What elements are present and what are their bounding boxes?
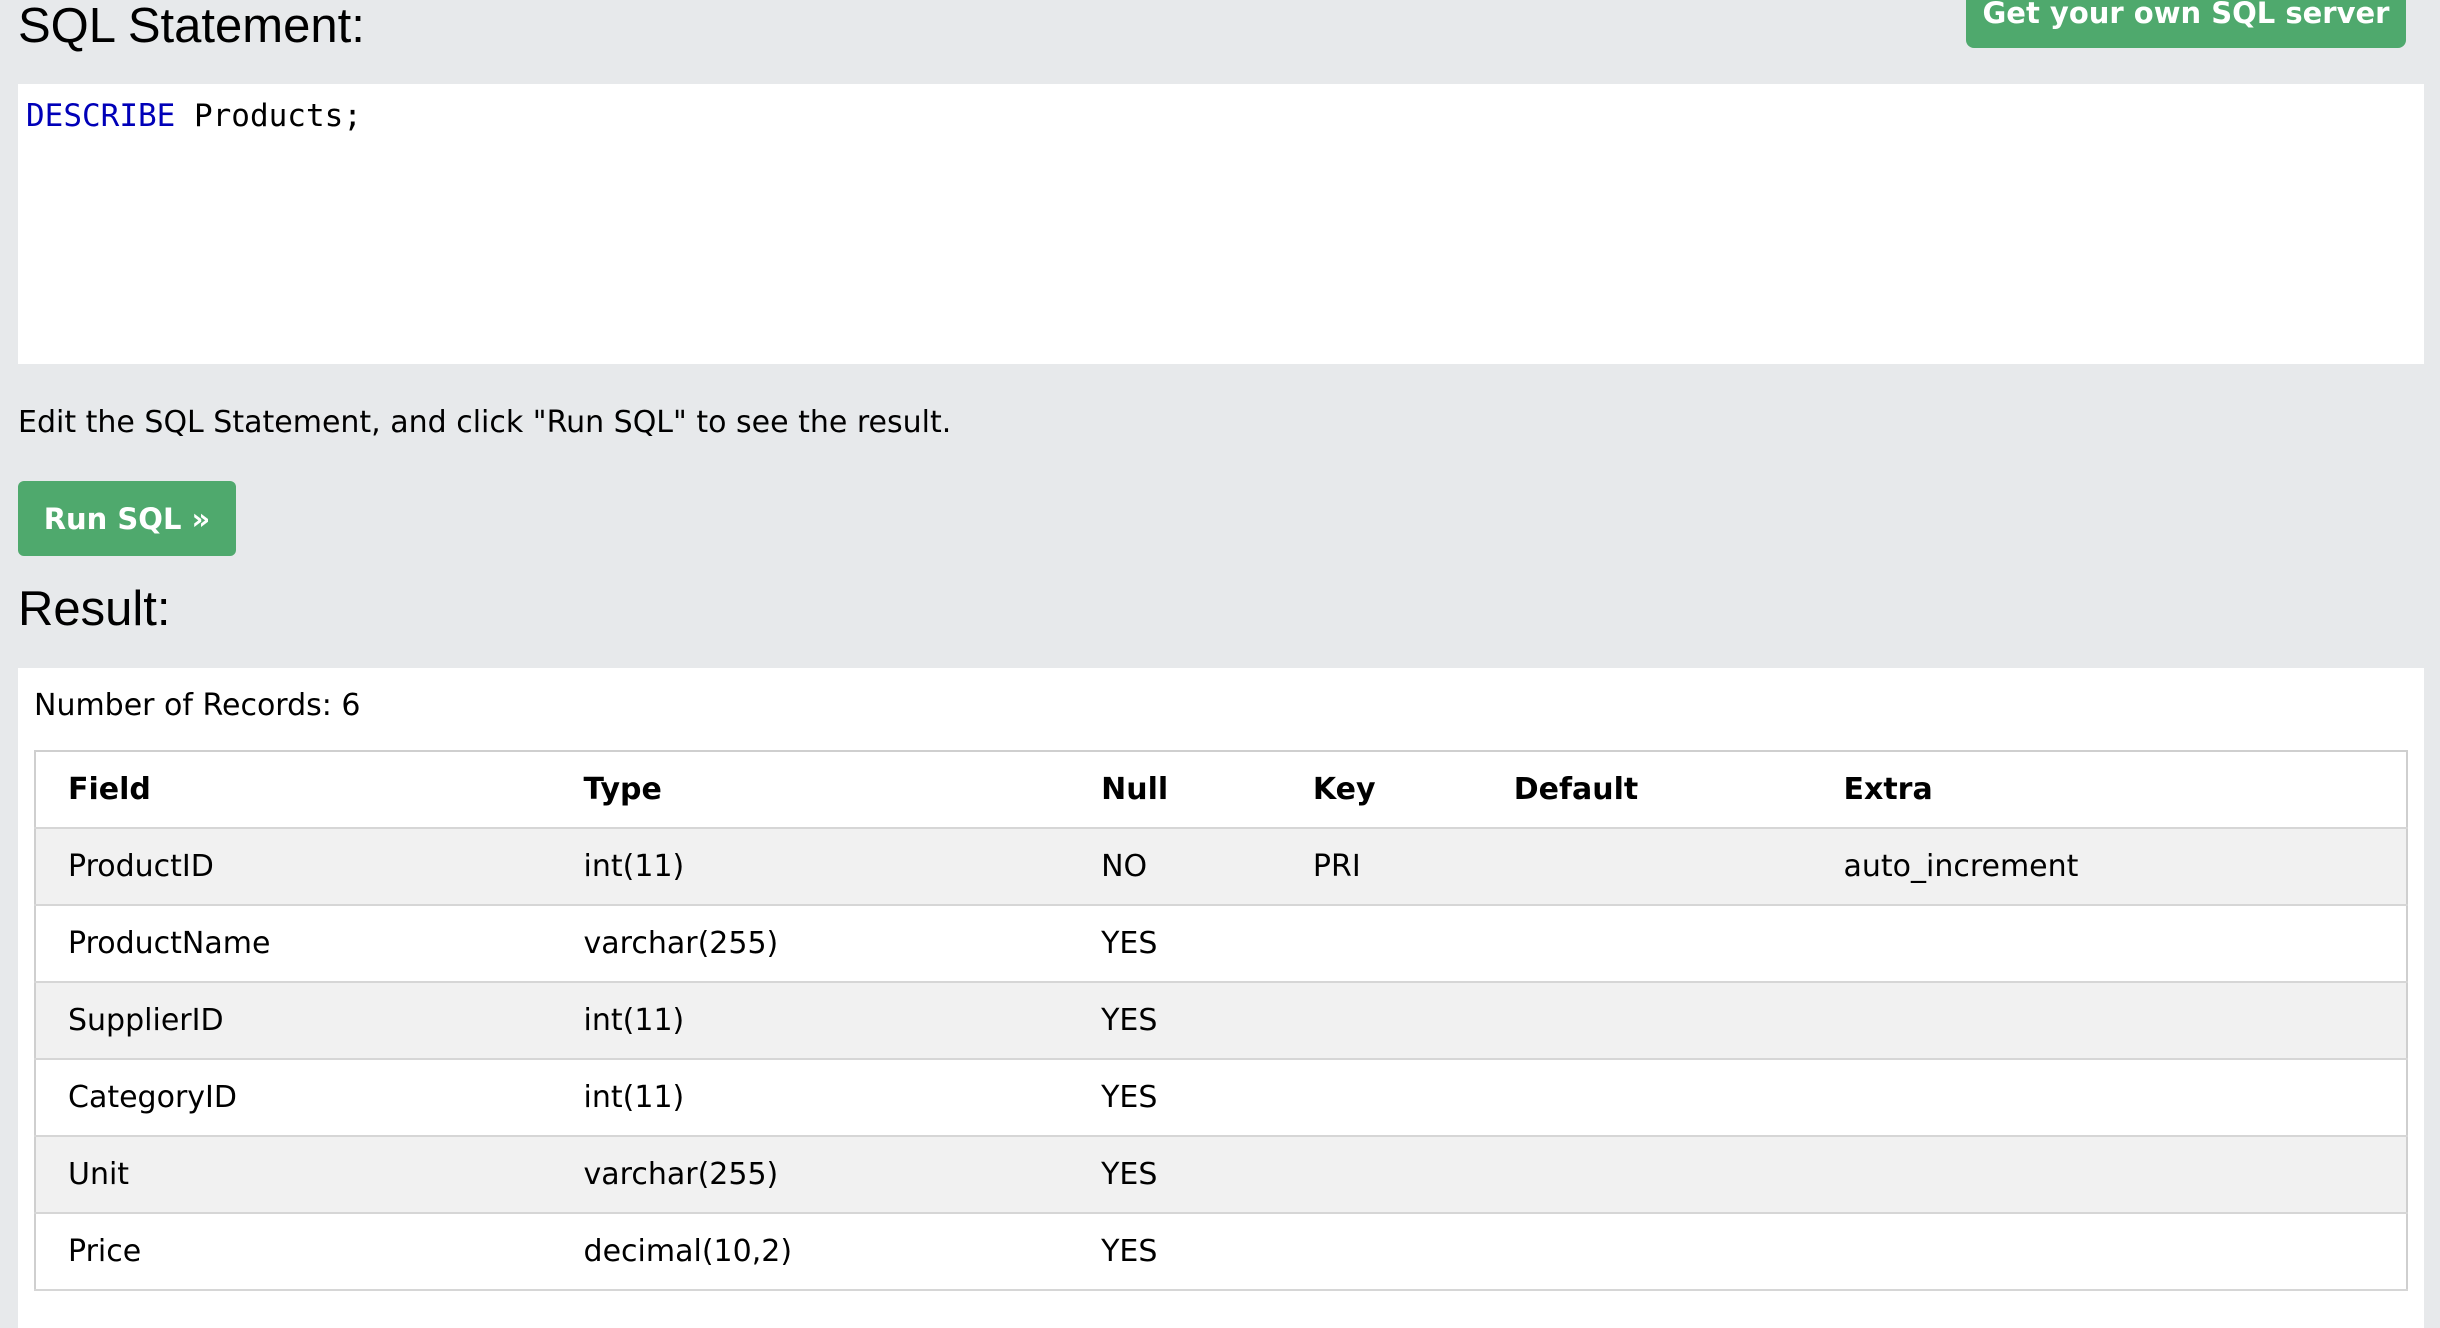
cell-key <box>1280 1059 1482 1137</box>
cell-key <box>1280 1213 1482 1291</box>
cell-default <box>1481 828 1812 906</box>
cell-field: ProductName <box>35 905 552 983</box>
cell-extra <box>1811 1213 2407 1291</box>
cell-null: YES <box>1069 1136 1281 1214</box>
cell-type: int(11) <box>551 1059 1070 1137</box>
cell-field: Unit <box>35 1136 552 1214</box>
cell-extra: auto_increment <box>1811 828 2407 906</box>
cell-null: YES <box>1069 982 1281 1060</box>
get-own-sql-server-button[interactable]: Get your own SQL server <box>1966 0 2406 48</box>
cell-extra <box>1811 982 2407 1060</box>
result-table: Field Type Null Key Default Extra Produc… <box>34 750 2408 1291</box>
cell-extra <box>1811 1059 2407 1137</box>
table-row: SupplierID int(11) YES <box>35 982 2407 1060</box>
result-panel: Number of Records: 6 Field Type Null Key… <box>18 668 2424 1328</box>
table-row: Unit varchar(255) YES <box>35 1136 2407 1214</box>
cell-null: YES <box>1069 1213 1281 1291</box>
cell-field: ProductID <box>35 828 552 906</box>
table-row: CategoryID int(11) YES <box>35 1059 2407 1137</box>
cell-type: int(11) <box>551 982 1070 1060</box>
cell-null: YES <box>1069 1059 1281 1137</box>
sql-editor[interactable]: DESCRIBE Products; <box>18 84 2424 364</box>
cell-field: Price <box>35 1213 552 1291</box>
sql-keyword: DESCRIBE <box>26 98 176 134</box>
column-header-field: Field <box>35 751 552 829</box>
table-row: Price decimal(10,2) YES <box>35 1213 2407 1291</box>
column-header-type: Type <box>551 751 1070 829</box>
run-sql-button[interactable]: Run SQL » <box>18 481 236 556</box>
cell-null: NO <box>1069 828 1281 906</box>
column-header-extra: Extra <box>1811 751 2407 829</box>
cell-type: decimal(10,2) <box>551 1213 1070 1291</box>
record-count: Number of Records: 6 <box>34 688 361 723</box>
column-header-default: Default <box>1481 751 1812 829</box>
cell-default <box>1481 905 1812 983</box>
table-row: ProductName varchar(255) YES <box>35 905 2407 983</box>
cell-extra <box>1811 905 2407 983</box>
cell-type: varchar(255) <box>551 1136 1070 1214</box>
cell-default <box>1481 1059 1812 1137</box>
table-row: ProductID int(11) NO PRI auto_increment <box>35 828 2407 906</box>
column-header-key: Key <box>1280 751 1482 829</box>
cell-default <box>1481 1136 1812 1214</box>
instruction-text: Edit the SQL Statement, and click "Run S… <box>18 405 952 440</box>
sql-statement-heading: SQL Statement: <box>18 0 365 53</box>
cell-field: CategoryID <box>35 1059 552 1137</box>
cell-type: varchar(255) <box>551 905 1070 983</box>
cell-key <box>1280 905 1482 983</box>
cell-type: int(11) <box>551 828 1070 906</box>
column-header-null: Null <box>1069 751 1281 829</box>
cell-null: YES <box>1069 905 1281 983</box>
cell-default <box>1481 1213 1812 1291</box>
cell-key <box>1280 1136 1482 1214</box>
cell-default <box>1481 982 1812 1060</box>
cell-key: PRI <box>1280 828 1482 906</box>
sql-text: Products; <box>175 98 362 134</box>
cell-field: SupplierID <box>35 982 552 1060</box>
page: SQL Statement: Get your own SQL server D… <box>0 0 2440 1328</box>
cell-extra <box>1811 1136 2407 1214</box>
result-heading: Result: <box>18 582 171 636</box>
table-header-row: Field Type Null Key Default Extra <box>35 751 2407 829</box>
cell-key <box>1280 982 1482 1060</box>
